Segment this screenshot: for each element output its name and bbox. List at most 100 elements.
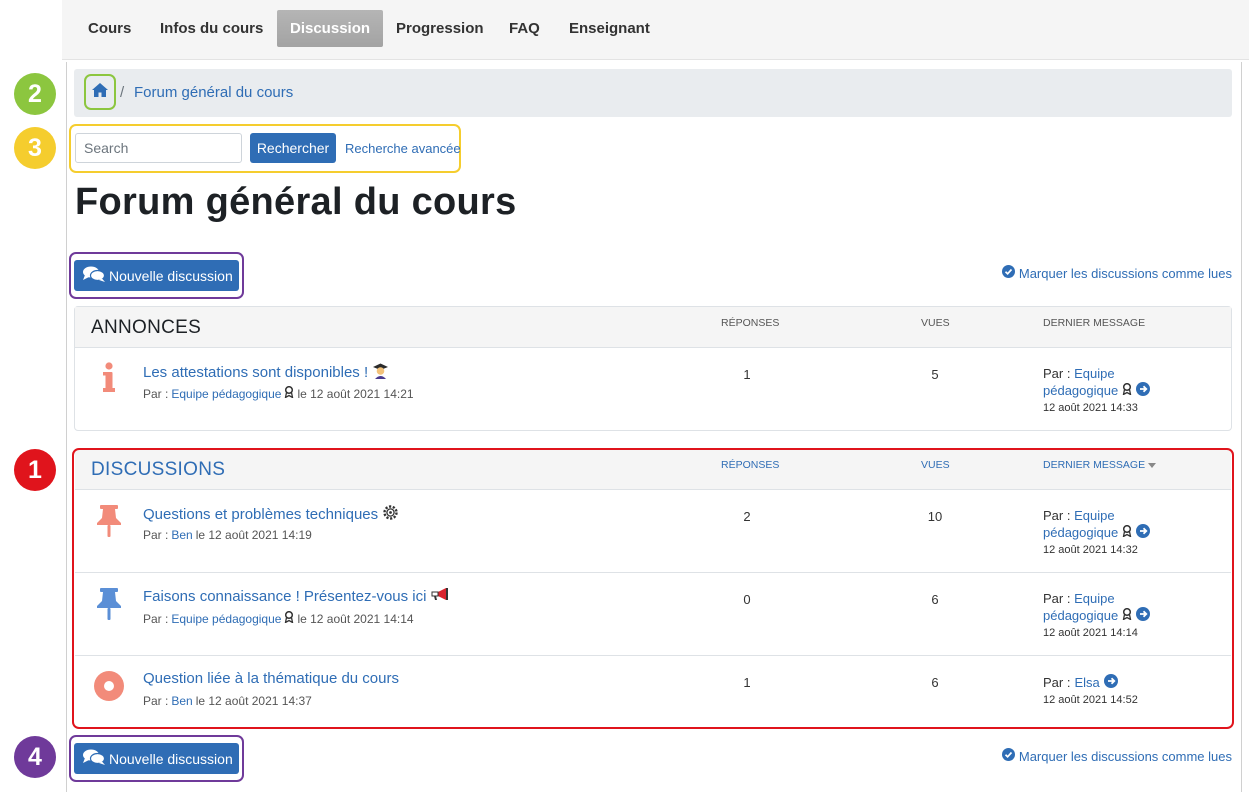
- breadcrumb-forum-link[interactable]: Forum général du cours: [134, 84, 293, 101]
- by-label: Par :: [143, 528, 169, 542]
- callout-2: 2: [14, 73, 56, 115]
- last-by-label: Par :: [1043, 675, 1071, 690]
- author-link[interactable]: Equipe pédagogique: [171, 387, 281, 401]
- last-author-link-cont[interactable]: pédagogique: [1043, 608, 1118, 624]
- pin-icon: [93, 587, 125, 623]
- last-by-label: Par :: [1043, 508, 1071, 523]
- discussion-meta: Par : Ben le 12 août 2021 14:19: [143, 528, 312, 542]
- replies-count: 2: [743, 509, 751, 524]
- discussion-title-link[interactable]: Questions et problèmes techniques: [143, 504, 399, 525]
- new-discussion-label: Nouvelle discussion: [109, 750, 233, 767]
- tab-infos-du-cours[interactable]: Infos du cours: [147, 10, 276, 47]
- arrow-circle-right-icon[interactable]: [1136, 382, 1151, 400]
- tab-progression[interactable]: Progression: [383, 10, 497, 47]
- last-message: Par : Equipe pédagogique 12 août 2021 14…: [1043, 508, 1223, 558]
- last-message-date: 12 août 2021 14:52: [1043, 694, 1138, 706]
- tab-discussion[interactable]: Discussion: [277, 10, 384, 47]
- advanced-search-link[interactable]: Recherche avancée: [345, 141, 461, 156]
- badge-icon: [284, 610, 294, 626]
- discussion-title: Question liée à la thématique du cours: [143, 670, 399, 687]
- callout-1: 1: [14, 449, 56, 491]
- table-row: Questions et problèmes techniques Par : …: [75, 490, 1231, 573]
- badge-icon: [1122, 607, 1132, 624]
- by-label: Par :: [143, 386, 169, 401]
- arrow-circle-right-icon[interactable]: [1136, 524, 1151, 542]
- by-label: Par :: [143, 611, 169, 626]
- column-views: VUES: [921, 317, 950, 329]
- last-author-link[interactable]: Equipe: [1074, 508, 1114, 523]
- arrow-circle-right-icon[interactable]: [1103, 674, 1118, 692]
- last-author-link-cont[interactable]: pédagogique: [1043, 525, 1118, 541]
- last-message-date: 12 août 2021 14:14: [1043, 627, 1138, 639]
- last-author-link[interactable]: Equipe: [1074, 366, 1114, 381]
- discussions-title: DISCUSSIONS: [91, 459, 226, 480]
- discussion-title: Faisons connaissance ! Présentez-vous ic…: [143, 587, 427, 605]
- info-icon: [93, 362, 125, 398]
- discussion-title: Les attestations sont disponibles !: [143, 364, 369, 381]
- replies-count: 0: [743, 592, 751, 607]
- column-last-message: DERNIER MESSAGE: [1043, 317, 1146, 329]
- discussion-title-link[interactable]: Question liée à la thématique du cours: [143, 670, 399, 687]
- circle-dot-icon: [93, 670, 125, 706]
- column-replies: RÉPONSES: [721, 317, 780, 329]
- announcements-table: ANNONCES RÉPONSES VUES DERNIER MESSAGE L…: [74, 306, 1232, 431]
- badge-icon: [1122, 382, 1132, 399]
- announcements-header: ANNONCES RÉPONSES VUES DERNIER MESSAGE: [75, 307, 1231, 348]
- announcements-title: ANNONCES: [91, 317, 202, 338]
- home-icon: [91, 82, 109, 103]
- column-views[interactable]: VUES: [921, 459, 950, 471]
- breadcrumb-separator: /: [120, 84, 125, 101]
- discussion-title-link[interactable]: Faisons connaissance ! Présentez-vous ic…: [143, 587, 450, 605]
- badge-icon: [1122, 524, 1132, 541]
- new-discussion-button[interactable]: Nouvelle discussion: [74, 260, 239, 291]
- author-link[interactable]: Ben: [171, 528, 192, 542]
- tab-enseignant[interactable]: Enseignant: [556, 10, 663, 47]
- column-replies[interactable]: RÉPONSES: [721, 459, 779, 471]
- check-circle-icon: [1001, 265, 1015, 281]
- check-circle-icon: [1001, 748, 1015, 764]
- page-title: Forum général du cours: [75, 181, 517, 223]
- discussions-header: DISCUSSIONS RÉPONSES VUES DERNIER MESSAG…: [75, 449, 1231, 490]
- last-message-date: 12 août 2021 14:33: [1043, 402, 1138, 414]
- arrow-circle-right-icon[interactable]: [1136, 607, 1151, 625]
- author-link[interactable]: Ben: [171, 694, 192, 708]
- tab-cours[interactable]: Cours: [75, 10, 144, 47]
- pin-icon: [93, 504, 125, 540]
- discussions-table: DISCUSSIONS RÉPONSES VUES DERNIER MESSAG…: [74, 448, 1232, 729]
- new-discussion-button[interactable]: Nouvelle discussion: [74, 743, 239, 774]
- new-discussion-label: Nouvelle discussion: [109, 267, 233, 284]
- search-button[interactable]: Rechercher: [250, 133, 336, 163]
- search-input[interactable]: [75, 133, 242, 163]
- discussion-title: Questions et problèmes techniques: [143, 506, 379, 523]
- last-author-link[interactable]: Elsa: [1074, 675, 1099, 691]
- views-count: 10: [927, 509, 943, 524]
- replies-count: 1: [743, 367, 751, 382]
- column-last-message-sort[interactable]: DERNIER MESSAGE: [1043, 459, 1157, 471]
- discussion-title-link[interactable]: Les attestations sont disponibles !: [143, 362, 389, 383]
- breadcrumb: / Forum général du cours: [74, 69, 1232, 117]
- last-author-link[interactable]: Equipe: [1074, 591, 1114, 606]
- comments-icon: [82, 265, 106, 286]
- mark-read-link[interactable]: Marquer les discussions comme lues: [1001, 748, 1232, 764]
- table-row: Faisons connaissance ! Présentez-vous ic…: [75, 573, 1231, 656]
- post-date: le 12 août 2021 14:19: [195, 528, 312, 542]
- last-by-label: Par :: [1043, 366, 1071, 381]
- views-count: 5: [931, 367, 939, 382]
- replies-count: 1: [743, 675, 751, 690]
- megaphone-emoji-icon: [430, 587, 450, 605]
- last-by-label: Par :: [1043, 591, 1071, 606]
- post-date: le 12 août 2021 14:14: [297, 611, 414, 626]
- table-row: Question liée à la thématique du cours P…: [75, 656, 1231, 728]
- breadcrumb-home[interactable]: [84, 74, 116, 110]
- mark-read-label: Marquer les discussions comme lues: [1018, 265, 1232, 281]
- author-link[interactable]: Equipe pédagogique: [171, 612, 281, 626]
- comments-icon: [82, 748, 106, 769]
- tab-faq[interactable]: FAQ: [496, 10, 553, 47]
- column-last-message: DERNIER MESSAGE: [1043, 459, 1146, 471]
- discussion-meta: Par : Equipe pédagogique le 12 août 2021…: [143, 385, 414, 401]
- mark-read-link[interactable]: Marquer les discussions comme lues: [1001, 265, 1232, 281]
- mark-read-label: Marquer les discussions comme lues: [1018, 748, 1232, 764]
- last-author-link-cont[interactable]: pédagogique: [1043, 383, 1118, 399]
- table-row: Les attestations sont disponibles ! Par …: [75, 348, 1231, 430]
- views-count: 6: [931, 675, 939, 690]
